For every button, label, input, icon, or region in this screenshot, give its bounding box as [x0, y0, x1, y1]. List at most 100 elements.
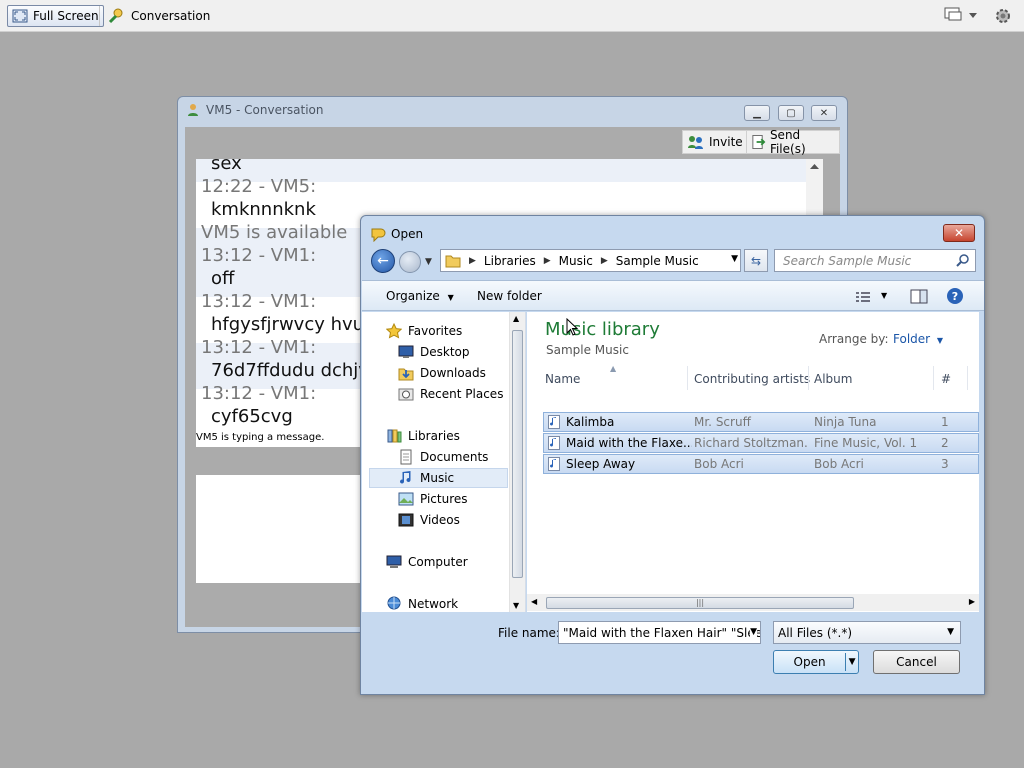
- file-album: Fine Music, Vol. 1: [814, 436, 918, 450]
- chevron-down-icon[interactable]: [968, 12, 978, 20]
- pictures-icon: [398, 492, 414, 506]
- star-icon: [386, 323, 402, 339]
- dialog-close-button[interactable]: ✕: [943, 224, 975, 242]
- nav-label: Documents: [420, 450, 489, 464]
- new-folder-button[interactable]: New folder: [477, 289, 542, 303]
- open-options-dropdown-icon[interactable]: ▼: [846, 657, 858, 667]
- horizontal-scroll-thumb[interactable]: |||: [546, 597, 854, 609]
- nav-label: Libraries: [408, 429, 460, 443]
- audio-file-icon: [548, 457, 560, 471]
- videos-icon: [398, 513, 414, 527]
- file-list-pane: Music library Sample Music Arrange by: F…: [527, 312, 979, 612]
- address-bar[interactable]: ▶ Libraries ▶ Music ▶ Sample Music ▼: [440, 249, 741, 272]
- monitor-icon[interactable]: [943, 6, 963, 24]
- preview-pane-icon[interactable]: [910, 289, 928, 304]
- filetype-dropdown-icon[interactable]: ▼: [947, 627, 954, 637]
- send-file-icon: [752, 134, 766, 150]
- filename-dropdown-icon[interactable]: ▼: [750, 627, 757, 637]
- column-header-album[interactable]: Album: [814, 372, 852, 386]
- breadcrumb-sample-music[interactable]: Sample Music: [616, 254, 699, 268]
- cancel-label: Cancel: [896, 655, 937, 669]
- nav-scrollbar[interactable]: ▲ ▼: [509, 312, 525, 612]
- file-name: Kalimba: [566, 415, 615, 429]
- file-name: Sleep Away: [566, 457, 636, 471]
- chat-message: kmknnnknk: [211, 199, 316, 220]
- breadcrumb-chevron-icon[interactable]: ▶: [601, 256, 608, 266]
- filename-label: File name:: [498, 626, 560, 640]
- column-separator[interactable]: [967, 366, 968, 390]
- breadcrumb-chevron-icon[interactable]: ▶: [469, 256, 476, 266]
- view-dropdown-icon[interactable]: ▼: [881, 291, 887, 300]
- view-options-icon[interactable]: [855, 291, 871, 303]
- maximize-button[interactable]: ▢: [778, 105, 804, 121]
- filename-value: "Maid with the Flaxen Hair" "Sleep: [563, 626, 761, 640]
- file-row[interactable]: Sleep Away Bob Acri Bob Acri 3: [543, 454, 979, 474]
- nav-label: Desktop: [420, 345, 470, 359]
- send-files-button[interactable]: Send File(s): [746, 128, 840, 156]
- column-header-number[interactable]: #: [941, 372, 951, 386]
- scroll-left-icon[interactable]: ◀: [531, 597, 537, 606]
- network-icon: [387, 596, 401, 610]
- file-number: 3: [941, 457, 949, 471]
- gear-icon[interactable]: [993, 6, 1013, 26]
- arrange-by-dropdown[interactable]: Folder ▼: [893, 332, 943, 346]
- file-row[interactable]: Maid with the Flaxe... Richard Stoltzman…: [543, 433, 979, 453]
- dialog-title: Open: [391, 227, 424, 241]
- recent-locations-dropdown[interactable]: ▼: [425, 257, 432, 267]
- column-separator[interactable]: [933, 366, 934, 390]
- address-dropdown-icon[interactable]: ▼: [731, 254, 738, 264]
- file-row[interactable]: Kalimba Mr. Scruff Ninja Tuna 1: [543, 412, 979, 432]
- organize-button[interactable]: Organize ▼: [386, 289, 454, 303]
- close-button[interactable]: ✕: [811, 105, 837, 121]
- column-separator[interactable]: [687, 366, 688, 390]
- filetype-value: All Files (*.*): [778, 626, 853, 640]
- search-icon[interactable]: [956, 253, 970, 267]
- filename-input[interactable]: "Maid with the Flaxen Hair" "Sleep ▼: [558, 621, 761, 644]
- scroll-up-icon[interactable]: ▲: [513, 314, 519, 323]
- invite-icon: [688, 136, 703, 149]
- scroll-down-icon[interactable]: ▼: [513, 601, 519, 610]
- forward-button[interactable]: [399, 251, 421, 273]
- typing-status: VM5 is typing a message.: [196, 432, 325, 443]
- back-arrow-icon: ←: [377, 253, 389, 269]
- open-icon: [371, 228, 386, 242]
- search-placeholder: Search Sample Music: [783, 253, 912, 268]
- filetype-select[interactable]: All Files (*.*) ▼: [773, 621, 961, 644]
- refresh-button[interactable]: ⇆: [744, 249, 768, 272]
- file-artist: Bob Acri: [694, 457, 744, 471]
- chat-message: 76d7ffdudu dchjv: [211, 360, 369, 381]
- minimize-button[interactable]: ▁: [744, 105, 770, 121]
- arrange-by-label: Arrange by:: [819, 332, 889, 346]
- chat-message: hfgysfjrwvcy hvuk: [211, 314, 375, 335]
- nav-item-music[interactable]: Music: [369, 468, 508, 488]
- nav-label: Downloads: [420, 366, 486, 380]
- invite-button[interactable]: Invite: [682, 130, 748, 154]
- computer-icon: [386, 555, 402, 568]
- breadcrumb-libraries[interactable]: Libraries: [484, 254, 536, 268]
- column-header-name[interactable]: Name: [545, 372, 580, 386]
- horizontal-scrollbar[interactable]: ◀ ||| ▶: [527, 594, 979, 611]
- breadcrumb-music[interactable]: Music: [559, 254, 593, 268]
- command-bar: Organize ▼ New folder ▼ ?: [362, 280, 984, 311]
- column-separator[interactable]: [808, 366, 809, 390]
- conversation-label: Conversation: [131, 9, 211, 23]
- column-header-artists[interactable]: Contributing artists: [694, 372, 810, 386]
- chevron-down-icon: ▼: [447, 293, 454, 302]
- scroll-right-icon[interactable]: ▶: [969, 597, 975, 606]
- fullscreen-button[interactable]: Full Screen: [7, 5, 104, 27]
- user-icon: [188, 104, 198, 116]
- nav-label: Music: [420, 471, 455, 485]
- conversation-button[interactable]: Conversation: [104, 5, 214, 27]
- new-folder-label: New folder: [477, 289, 542, 303]
- open-button[interactable]: Open ▼: [773, 650, 859, 674]
- search-input[interactable]: Search Sample Music: [774, 249, 976, 272]
- nav-label: Recent Places: [420, 387, 504, 401]
- breadcrumb-chevron-icon[interactable]: ▶: [544, 256, 551, 266]
- scroll-up-icon[interactable]: [810, 163, 819, 169]
- cancel-button[interactable]: Cancel: [873, 650, 960, 674]
- audio-file-icon: [548, 436, 560, 450]
- nav-scroll-thumb[interactable]: [512, 330, 523, 578]
- help-icon[interactable]: ?: [946, 287, 964, 305]
- file-artist: Richard Stoltzman...: [694, 436, 808, 450]
- back-button[interactable]: ←: [371, 249, 395, 273]
